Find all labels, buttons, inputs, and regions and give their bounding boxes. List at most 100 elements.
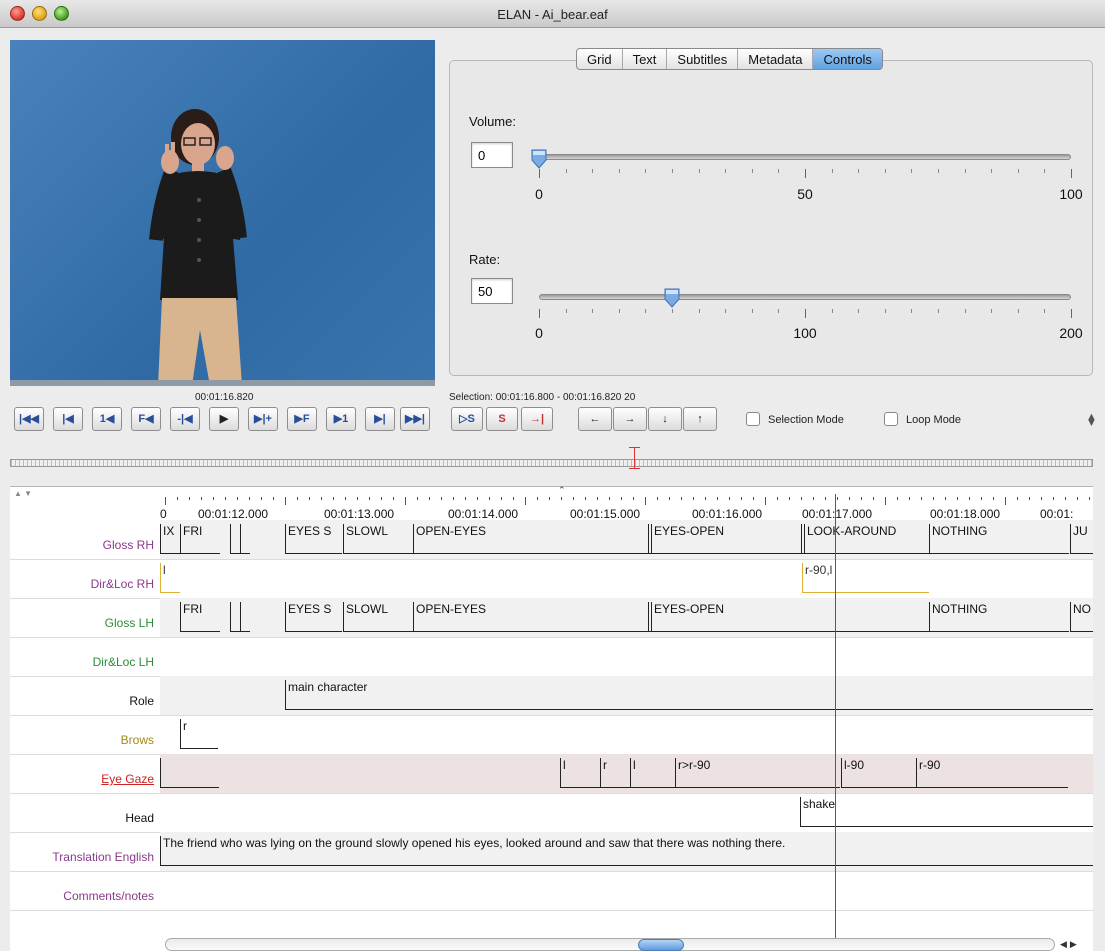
annotation[interactable]: EYES S (285, 602, 342, 632)
next-annotation-button[interactable]: ▶F (287, 407, 317, 431)
play-selection-button[interactable]: ▷S (451, 407, 483, 431)
annotation[interactable]: FRI (180, 524, 220, 554)
loop-mode-checkbox[interactable] (884, 412, 898, 426)
horizontal-scrollbar[interactable] (165, 938, 1055, 951)
previous-frame-button[interactable]: |◀ (53, 407, 83, 431)
tier-name-brows[interactable]: Brows (10, 733, 156, 747)
annotation[interactable]: EYES S (285, 524, 342, 554)
ruler-tick (993, 497, 994, 500)
annotation[interactable]: NOTHING (929, 524, 1069, 554)
nav-up-button[interactable]: ↑ (683, 407, 717, 431)
tier-name-head[interactable]: Head (10, 811, 156, 825)
video-viewer[interactable] (10, 40, 435, 386)
annotation[interactable]: r-90,l (802, 563, 929, 593)
annotation[interactable] (240, 524, 250, 554)
time-ruler[interactable]: 0 00:01:12.000 00:01:13.000 00:01:14.000 00:… (160, 497, 1093, 521)
ruler-split-handle[interactable]: ⌃ (558, 485, 566, 496)
annotation[interactable]: JU (1070, 524, 1093, 554)
tab-grid[interactable]: Grid (577, 49, 623, 69)
ruler-tick (921, 497, 922, 500)
tier-name-comments-notes[interactable]: Comments/notes (10, 889, 156, 903)
annotation[interactable] (230, 602, 240, 632)
tab-metadata[interactable]: Metadata (738, 49, 814, 69)
annotation[interactable] (160, 758, 219, 788)
annotation[interactable]: IX (160, 524, 180, 554)
tier-name-gloss-rh[interactable]: Gloss RH (10, 538, 156, 552)
annotation[interactable]: The friend who was lying on the ground s… (160, 836, 1093, 866)
rate-field[interactable] (471, 278, 513, 304)
previous-step-button[interactable]: -|◀ (170, 407, 200, 431)
annotation[interactable]: l-90 (841, 758, 916, 788)
go-to-begin-button[interactable]: |◀◀ (14, 407, 44, 431)
ruler-tick (429, 497, 430, 500)
previous-annotation-button[interactable]: F◀ (131, 407, 161, 431)
ruler-label: 0 (160, 507, 167, 521)
rate-slider-track[interactable] (539, 294, 1071, 300)
tier-sort-icon[interactable]: ▲ ▼ (14, 489, 32, 498)
annotation[interactable]: NOTHING (929, 602, 1069, 632)
volume-slider-thumb[interactable] (530, 149, 548, 169)
annotation[interactable]: OPEN-EYES (413, 524, 648, 554)
play-button[interactable]: ▶ (209, 407, 239, 431)
tier-name-dir-loc-rh[interactable]: Dir&Loc RH (10, 577, 156, 591)
tier-name-eye-gaze[interactable]: Eye Gaze (10, 772, 156, 786)
tab-text[interactable]: Text (623, 49, 668, 69)
tier-name-dir-loc-lh[interactable]: Dir&Loc LH (10, 655, 156, 669)
annotation[interactable]: l (560, 758, 600, 788)
annotation[interactable]: OPEN-EYES (413, 602, 648, 632)
nav-right-button[interactable]: → (613, 407, 647, 431)
tier-row[interactable] (160, 559, 1093, 598)
slider-tick (884, 169, 886, 173)
next-frame-button[interactable]: ▶| (365, 407, 395, 431)
selection-boundary-button[interactable]: →| (521, 407, 553, 431)
go-to-end-button[interactable]: ▶▶| (400, 407, 430, 431)
volume-slider-track[interactable] (539, 154, 1071, 160)
annotation[interactable]: LOOK-AROUND (804, 524, 929, 554)
annotation[interactable]: EYES-OPEN (651, 602, 929, 632)
tier-name-translation-english[interactable]: Translation English (10, 850, 156, 864)
time-overview-strip[interactable] (10, 459, 1093, 467)
ruler-tick (513, 497, 514, 500)
ruler-tick (945, 497, 946, 500)
annotation[interactable]: r (180, 719, 218, 749)
tab-subtitles[interactable]: Subtitles (667, 49, 739, 69)
scroll-arrows[interactable]: ◀▶ (1060, 939, 1080, 950)
tab-controls[interactable]: Controls (813, 49, 882, 69)
clear-selection-button[interactable]: S (486, 407, 518, 431)
next-second-button[interactable]: ▶1 (326, 407, 356, 431)
annotation[interactable]: SLOWL (343, 602, 413, 632)
annotation[interactable]: l (630, 758, 675, 788)
annotation[interactable]: SLOWL (343, 524, 413, 554)
nav-left-button[interactable]: ← (578, 407, 612, 431)
annotation[interactable] (230, 524, 240, 554)
volume-field[interactable] (471, 142, 513, 168)
annotation[interactable]: main character (285, 680, 1093, 710)
annotation[interactable]: NO (1070, 602, 1093, 632)
expand-collapse-icon[interactable]: ▲ ▼ (1086, 412, 1097, 429)
annotation[interactable]: l (160, 563, 180, 593)
rate-slider-thumb[interactable] (663, 288, 681, 308)
annotation[interactable] (240, 602, 250, 632)
tier-row[interactable] (160, 715, 1093, 754)
next-step-button[interactable]: ▶|+ (248, 407, 278, 431)
tier-separator (10, 910, 1093, 911)
tier-row[interactable] (160, 871, 1093, 910)
ruler-tick (705, 497, 706, 500)
overview-cursor[interactable] (629, 447, 640, 469)
ruler-tick (969, 497, 970, 500)
slider-tick (618, 309, 620, 313)
annotation[interactable]: shake (800, 797, 1093, 827)
annotation-label: l (633, 758, 636, 772)
annotation[interactable]: r (600, 758, 630, 788)
annotation[interactable]: r-90 (916, 758, 1068, 788)
tier-name-gloss-lh[interactable]: Gloss LH (10, 616, 156, 630)
annotation[interactable]: EYES-OPEN (651, 524, 801, 554)
annotation[interactable]: r>r-90 (675, 758, 840, 788)
horizontal-scroll-thumb[interactable] (638, 939, 684, 951)
annotation[interactable]: FRI (180, 602, 220, 632)
nav-down-button[interactable]: ↓ (648, 407, 682, 431)
selection-mode-checkbox[interactable] (746, 412, 760, 426)
previous-second-button[interactable]: 1◀ (92, 407, 122, 431)
tier-name-role[interactable]: Role (10, 694, 156, 708)
tier-row[interactable] (160, 637, 1093, 676)
